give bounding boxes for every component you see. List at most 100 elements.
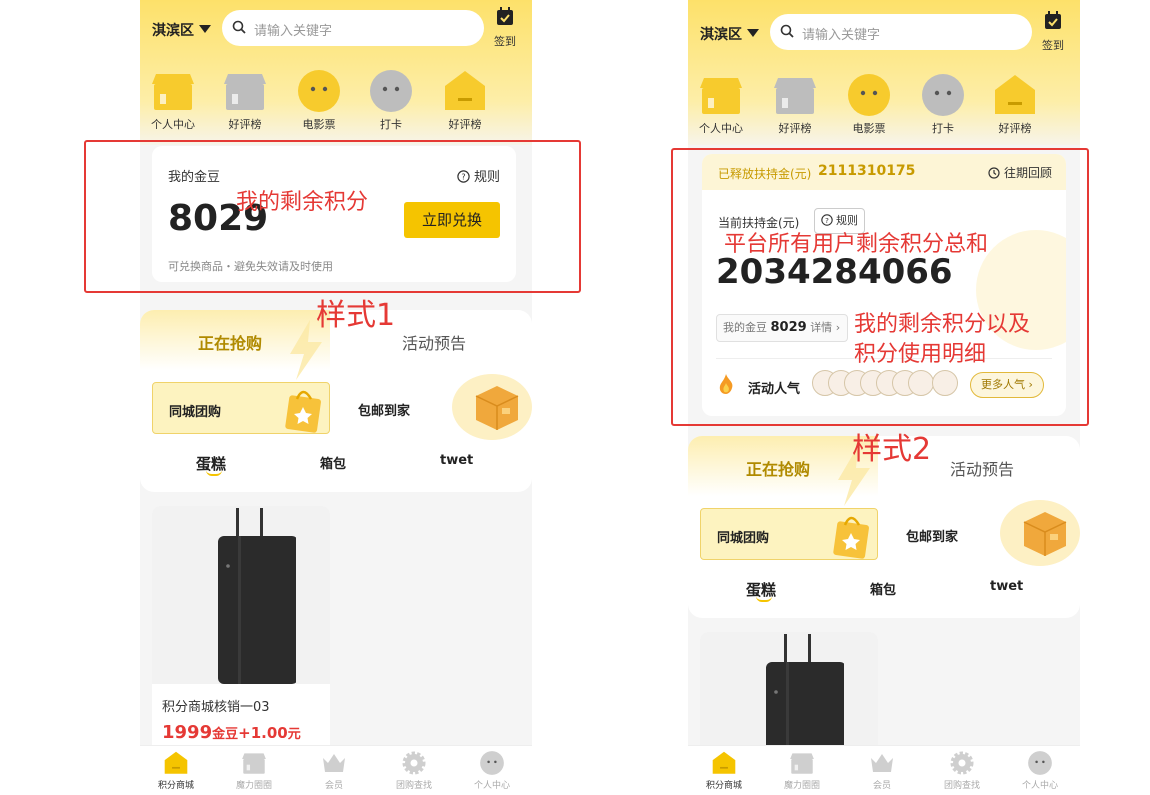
face-gray-icon xyxy=(920,72,966,118)
face-gray-icon xyxy=(368,68,414,114)
search-input[interactable]: 请输入关键字 xyxy=(222,10,484,46)
face-yellow-icon xyxy=(296,68,342,114)
shop-active-icon xyxy=(711,750,737,776)
tab-preview[interactable]: 活动预告 xyxy=(402,330,466,354)
category-item[interactable]: 好评榜 xyxy=(986,72,1044,136)
tab-preview[interactable]: 活动预告 xyxy=(950,456,1014,480)
category-label: 电影票 xyxy=(852,122,886,135)
category-item[interactable]: 好评榜 xyxy=(216,68,274,132)
category-label: 个人中心 xyxy=(699,122,743,135)
shop-active-icon xyxy=(163,750,189,776)
category-label: 电影票 xyxy=(302,118,336,131)
category-label: 打卡 xyxy=(380,118,402,131)
shop-gray-icon xyxy=(241,750,267,776)
tile-label: 包邮到家 xyxy=(358,404,411,419)
tile-free-shipping[interactable]: 包邮到家 xyxy=(342,374,532,440)
sign-in-button[interactable]: 签到 xyxy=(1038,11,1068,53)
shop-yellow-icon xyxy=(150,68,196,114)
nav-item-member[interactable]: 会员 xyxy=(852,750,912,791)
category-row: 个人中心 好评榜 电影票 打卡 好评榜 xyxy=(688,72,1080,142)
product-card[interactable]: 积分商城核销一03 1999金豆+1.00元 xyxy=(152,506,330,766)
search-input[interactable]: 请输入关键字 xyxy=(770,14,1032,50)
category-item[interactable]: 打卡 xyxy=(362,68,420,132)
category-item[interactable]: 个人中心 xyxy=(144,68,202,132)
nav-item-mall[interactable]: 积分商城 xyxy=(146,750,206,791)
district-selector[interactable]: 淇滨区 xyxy=(152,20,211,40)
category-item[interactable]: 电影票 xyxy=(840,72,898,136)
crown-icon xyxy=(871,754,893,772)
category-label: 好评榜 xyxy=(228,118,262,131)
shop-yellow-icon xyxy=(698,72,744,118)
tile-label: 同城团购 xyxy=(169,405,222,420)
caption-style1: 样式1 xyxy=(316,298,396,333)
product-price: 1999金豆+1.00元 xyxy=(162,722,301,743)
subcat-twet[interactable]: twet xyxy=(990,579,1023,594)
bottom-nav: 积分商城 魔力圈圈 会员 团购查找 个人中心 xyxy=(688,745,1080,795)
highlight-frame-style1 xyxy=(84,140,581,293)
highlight-frame-style2 xyxy=(671,148,1089,426)
caption-style2: 样式2 xyxy=(852,432,932,467)
bottom-nav: 积分商城 魔力圈圈 会员 团购查找 个人中心 xyxy=(140,745,532,795)
sign-in-button[interactable]: 签到 xyxy=(490,7,520,49)
subcat-twet[interactable]: twet xyxy=(440,453,473,468)
nav-label: 个人中心 xyxy=(473,781,510,791)
category-item[interactable]: 好评榜 xyxy=(766,72,824,136)
nav-label: 会员 xyxy=(872,781,891,791)
subcat-luggage[interactable]: 箱包 xyxy=(320,453,346,472)
shop-gray-icon xyxy=(772,72,818,118)
nav-item-circle[interactable]: 魔力圈圈 xyxy=(224,750,284,791)
shopping-bag-icon xyxy=(833,516,869,559)
nav-item-group[interactable]: 团购查找 xyxy=(384,750,444,791)
package-box-icon xyxy=(475,386,519,430)
nav-label: 积分商城 xyxy=(157,781,194,791)
nav-label: 团购查找 xyxy=(395,781,432,791)
shop-gray-icon xyxy=(789,750,815,776)
district-selector[interactable]: 淇滨区 xyxy=(700,24,759,44)
category-label: 好评榜 xyxy=(998,122,1032,135)
face-icon xyxy=(1027,750,1053,776)
active-underline xyxy=(756,596,772,602)
category-item[interactable]: 电影票 xyxy=(290,68,348,132)
nav-item-profile[interactable]: 个人中心 xyxy=(1010,750,1070,791)
product-name: 积分商城核销一03 xyxy=(162,700,270,715)
package-box-icon xyxy=(1023,512,1067,556)
sign-in-label: 签到 xyxy=(494,35,516,48)
chevron-down-icon xyxy=(747,29,759,37)
suitcase-image xyxy=(152,506,330,684)
house-yellow-icon xyxy=(992,72,1038,118)
category-item[interactable]: 打卡 xyxy=(914,72,972,136)
search-icon xyxy=(232,20,246,34)
search-icon xyxy=(780,24,794,38)
promo-section: 正在抢购 活动预告 同城团购 包邮到家 蛋糕 箱包 twet xyxy=(140,310,532,492)
tab-active[interactable]: 正在抢购 xyxy=(198,330,262,354)
nav-item-circle[interactable]: 魔力圈圈 xyxy=(772,750,832,791)
category-label: 好评榜 xyxy=(448,118,482,131)
nav-label: 团购查找 xyxy=(943,781,980,791)
phone-style1: 淇滨区 请输入关键字 签到 个人中心 好评榜 电影票 打卡 好评榜 我的金豆 ?… xyxy=(140,0,532,795)
sign-in-label: 签到 xyxy=(1042,39,1064,52)
chevron-down-icon xyxy=(199,25,211,33)
search-placeholder: 请输入关键字 xyxy=(802,28,881,43)
tile-group-buy[interactable]: 同城团购 xyxy=(700,508,878,560)
face-yellow-icon xyxy=(846,72,892,118)
shop-gray-icon xyxy=(222,68,268,114)
subcat-luggage[interactable]: 箱包 xyxy=(870,579,896,598)
search-placeholder: 请输入关键字 xyxy=(254,24,333,39)
nav-label: 会员 xyxy=(324,781,343,791)
nav-item-member[interactable]: 会员 xyxy=(304,750,364,791)
crown-icon xyxy=(323,754,345,772)
category-item[interactable]: 好评榜 xyxy=(436,68,494,132)
nav-item-group[interactable]: 团购查找 xyxy=(932,750,992,791)
category-row: 个人中心 好评榜 电影票 打卡 好评榜 xyxy=(140,68,532,138)
nav-item-profile[interactable]: 个人中心 xyxy=(462,750,522,791)
tab-active[interactable]: 正在抢购 xyxy=(746,456,810,480)
gear-icon xyxy=(402,751,426,775)
tile-group-buy[interactable]: 同城团购 xyxy=(152,382,330,434)
shopping-bag-icon xyxy=(285,390,321,433)
category-item[interactable]: 个人中心 xyxy=(692,72,750,136)
calendar-check-icon xyxy=(497,7,513,25)
category-label: 好评榜 xyxy=(778,122,812,135)
nav-item-mall[interactable]: 积分商城 xyxy=(694,750,754,791)
tile-free-shipping[interactable]: 包邮到家 xyxy=(890,500,1080,566)
house-yellow-icon xyxy=(442,68,488,114)
